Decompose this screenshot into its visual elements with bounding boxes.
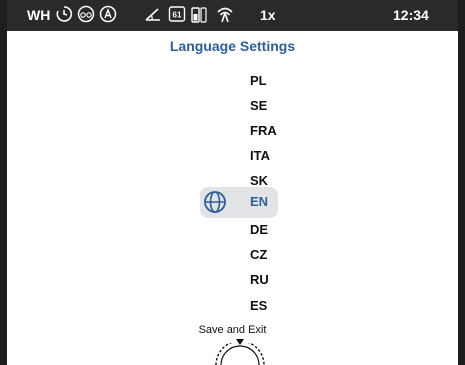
language-item-ru[interactable]: RU <box>250 271 269 289</box>
rotary-knob[interactable] <box>213 343 267 365</box>
language-item-es[interactable]: ES <box>250 297 267 315</box>
language-item-fra[interactable]: FRA <box>250 122 277 140</box>
language-item-cz[interactable]: CZ <box>250 246 267 264</box>
language-item-sk[interactable]: SK <box>250 172 268 190</box>
language-item-se[interactable]: SE <box>250 97 267 115</box>
language-item-ita[interactable]: ITA <box>250 147 270 165</box>
language-list: PL SE FRA ITA SK EN DE CZ RU ES <box>0 0 465 365</box>
save-and-exit-label: Save and Exit <box>198 324 267 336</box>
language-item-de[interactable]: DE <box>250 221 268 239</box>
language-item-en[interactable]: EN <box>250 193 268 211</box>
language-item-pl[interactable]: PL <box>250 72 267 90</box>
